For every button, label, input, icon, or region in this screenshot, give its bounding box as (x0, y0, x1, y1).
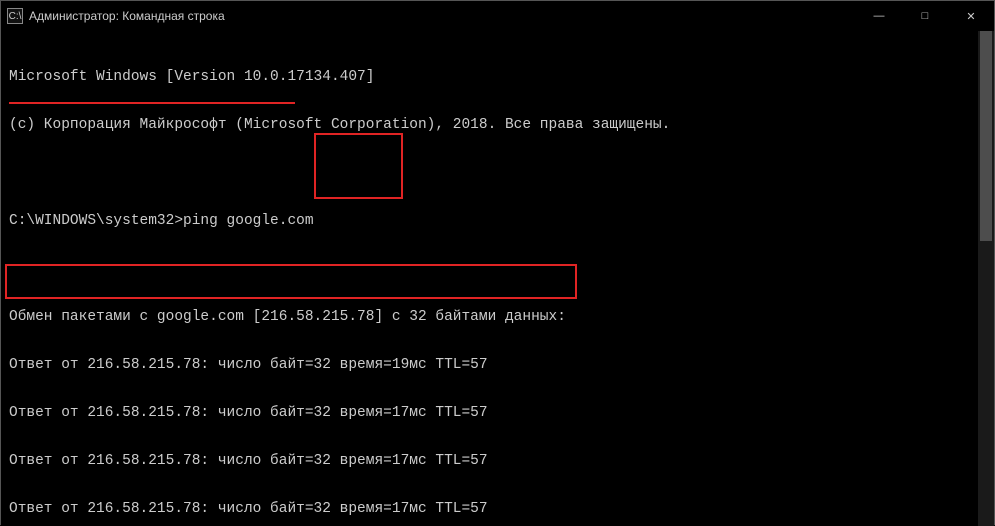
maximize-icon: □ (922, 10, 929, 22)
vertical-scrollbar[interactable] (978, 31, 994, 526)
minimize-button[interactable]: — (856, 1, 902, 31)
prompt-prefix: C:\WINDOWS\system32> (9, 213, 183, 229)
blank-line (9, 165, 970, 181)
ping-time: время=17мс (340, 405, 427, 421)
copyright-line: (c) Корпорация Майкрософт (Microsoft Cor… (9, 117, 970, 133)
ping-command: ping google.com (183, 213, 314, 229)
window-title: Администратор: Командная строка (29, 9, 225, 23)
close-icon: ✕ (966, 10, 975, 23)
version-line: Microsoft Windows [Version 10.0.17134.40… (9, 69, 970, 85)
prompt-line-1: C:\WINDOWS\system32>ping google.com (9, 213, 970, 229)
ping-reply: Ответ от 216.58.215.78: число байт=32 вр… (9, 405, 970, 421)
annotation-underline (9, 102, 295, 104)
terminal-output[interactable]: Microsoft Windows [Version 10.0.17134.40… (1, 31, 978, 526)
ping-time: время=17мс (340, 453, 427, 469)
ping-reply: Ответ от 216.58.215.78: число байт=32 вр… (9, 501, 970, 517)
ping-time: время=17мс (340, 501, 427, 517)
ping-reply: Ответ от 216.58.215.78: число байт=32 вр… (9, 453, 970, 469)
close-button[interactable]: ✕ (948, 1, 994, 31)
minimize-icon: — (874, 10, 885, 22)
window-titlebar[interactable]: C:\ Администратор: Командная строка — □ … (1, 1, 994, 31)
blank-line (9, 261, 970, 277)
exchange-header: Обмен пакетами с google.com [216.58.215.… (9, 309, 970, 325)
ping-reply: Ответ от 216.58.215.78: число байт=32 вр… (9, 357, 970, 373)
scrollbar-thumb[interactable] (980, 31, 992, 241)
maximize-button[interactable]: □ (902, 1, 948, 31)
ping-time: время=19мс (340, 357, 427, 373)
cmd-icon: C:\ (7, 8, 23, 24)
